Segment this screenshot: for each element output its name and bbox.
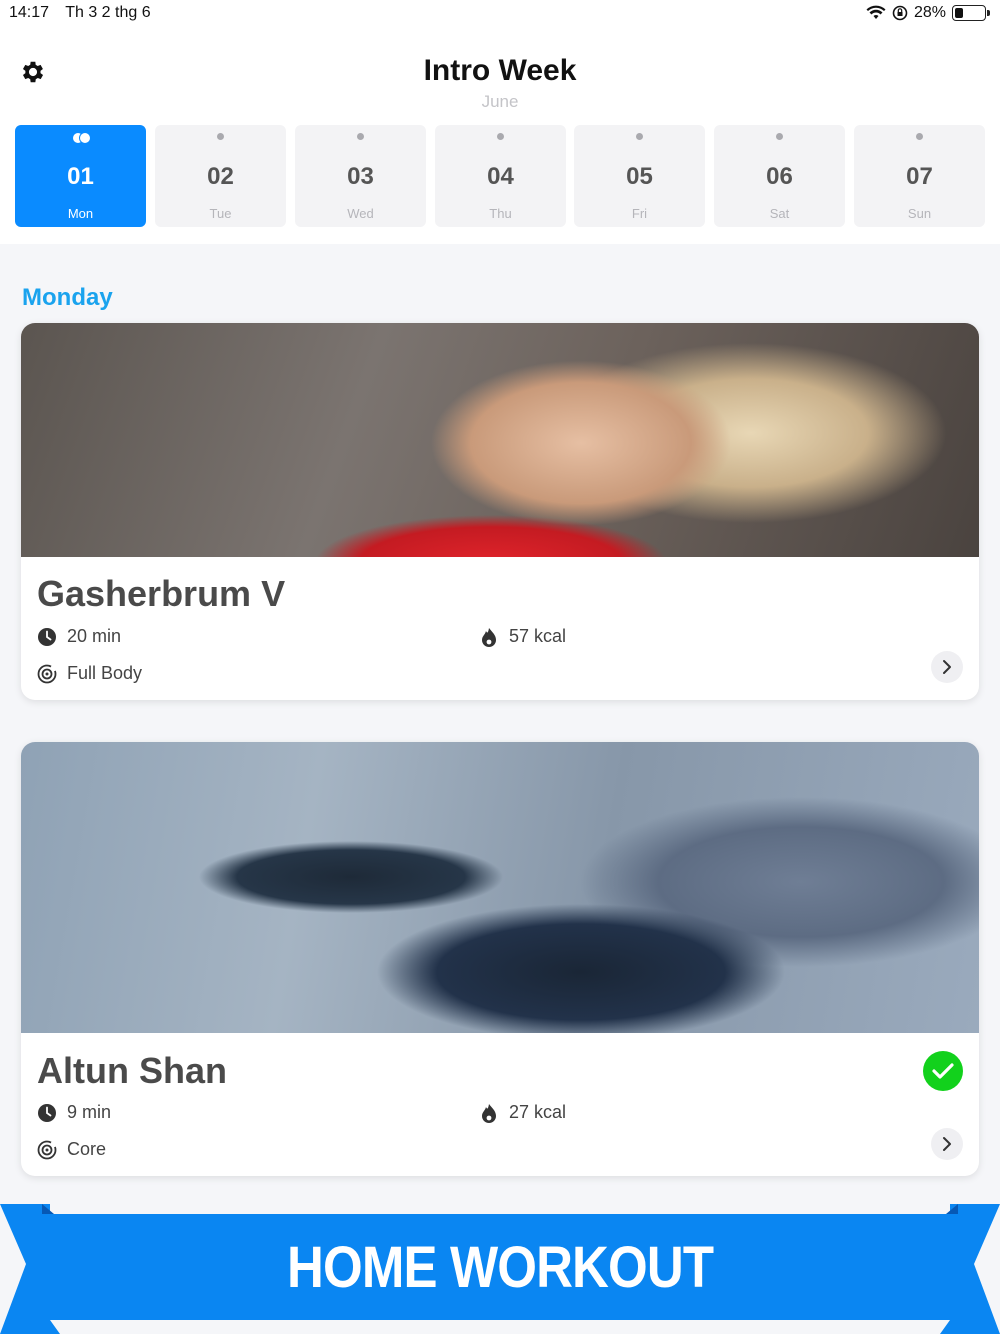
target-icon — [37, 1140, 57, 1159]
workout-calories: 27 kcal — [479, 1102, 566, 1123]
day-tab-thu[interactable]: 04 Thu — [435, 125, 566, 227]
day-indicator-icon — [776, 133, 783, 140]
flame-icon — [482, 627, 496, 647]
day-tab-fri[interactable]: 05 Fri — [574, 125, 705, 227]
day-name: Sat — [769, 206, 790, 221]
duration-text: 9 min — [67, 1102, 112, 1122]
page-title: Intro Week — [423, 54, 577, 87]
day-name: Wed — [347, 206, 374, 221]
day-number: 06 — [766, 163, 793, 190]
workout-duration: 20 min — [37, 626, 121, 647]
calories-text: 27 kcal — [509, 1102, 567, 1122]
day-name: Mon — [67, 206, 94, 221]
day-number: 05 — [626, 163, 653, 190]
day-tab-mon[interactable]: 01 Mon — [15, 125, 146, 227]
workout-card[interactable]: Gasherbrum V 20 min 57 kcal Full Body — [21, 323, 979, 700]
status-bar: 14:17 Th 3 2 thg 6 28% — [0, 0, 1000, 28]
completed-badge — [923, 1051, 963, 1091]
week-header: Intro Week June 01 Mon 02 Tue 03 Wed 04 … — [0, 28, 1000, 244]
day-name: Fri — [631, 206, 648, 221]
day-tab-wed[interactable]: 03 Wed — [295, 125, 426, 227]
status-right: 28% — [866, 4, 990, 22]
workout-calories: 57 kcal — [479, 626, 566, 647]
day-name: Sun — [907, 206, 932, 221]
target-icon — [37, 664, 57, 683]
banner-title: HOME WORKOUT — [286, 1234, 714, 1300]
workout-photo — [21, 742, 979, 1033]
battery-icon — [952, 5, 990, 21]
calories-text: 57 kcal — [509, 626, 567, 646]
day-number: 07 — [906, 163, 933, 190]
day-indicator-icon — [357, 133, 364, 140]
day-indicator-icon — [497, 133, 504, 140]
day-indicator-icon — [217, 133, 224, 140]
day-indicator-icon — [916, 133, 923, 140]
flame-icon — [482, 1103, 496, 1123]
day-name: Thu — [489, 206, 512, 221]
day-indicator-icon — [71, 132, 91, 144]
open-workout-button[interactable] — [931, 1128, 963, 1160]
status-time: 14:17 — [9, 4, 50, 21]
day-number: 01 — [67, 163, 94, 190]
battery-percent: 28% — [913, 4, 946, 21]
month-label: June — [481, 92, 519, 111]
open-workout-button[interactable] — [931, 651, 963, 683]
day-number: 02 — [207, 163, 234, 190]
banner-body: HOME WORKOUT — [42, 1214, 958, 1320]
focus-text: Full Body — [67, 663, 143, 683]
day-tab-tue[interactable]: 02 Tue — [155, 125, 286, 227]
day-tab-sat[interactable]: 06 Sat — [714, 125, 845, 227]
day-number: 03 — [347, 163, 374, 190]
chevron-right-icon — [943, 1137, 951, 1151]
workout-photo — [21, 323, 979, 557]
checkmark-icon — [932, 1063, 954, 1079]
orientation-lock-icon — [892, 5, 908, 21]
workout-focus: Core — [37, 1139, 106, 1160]
day-indicator-icon — [636, 133, 643, 140]
workout-card[interactable]: Altun Shan 9 min 27 kcal Core — [21, 742, 979, 1176]
status-left: 14:17 Th 3 2 thg 6 — [9, 4, 163, 22]
promo-banner: HOME WORKOUT — [0, 1202, 1000, 1334]
status-date: Th 3 2 thg 6 — [65, 4, 151, 21]
workout-focus: Full Body — [37, 663, 142, 684]
clock-icon — [38, 627, 56, 646]
duration-text: 20 min — [67, 626, 122, 646]
clock-icon — [38, 1103, 56, 1122]
day-number: 04 — [487, 163, 514, 190]
workout-title: Altun Shan — [37, 1050, 227, 1091]
section-title: Monday — [22, 284, 113, 311]
workout-title: Gasherbrum V — [37, 573, 286, 614]
day-selector: 01 Mon 02 Tue 03 Wed 04 Thu 05 Fri 06 Sa… — [15, 125, 985, 227]
workout-duration: 9 min — [37, 1102, 111, 1123]
battery-level — [955, 8, 963, 18]
day-tab-sun[interactable]: 07 Sun — [854, 125, 985, 227]
chevron-right-icon — [943, 660, 951, 674]
day-name: Tue — [209, 206, 232, 221]
wifi-icon — [866, 5, 886, 19]
focus-text: Core — [67, 1139, 107, 1159]
